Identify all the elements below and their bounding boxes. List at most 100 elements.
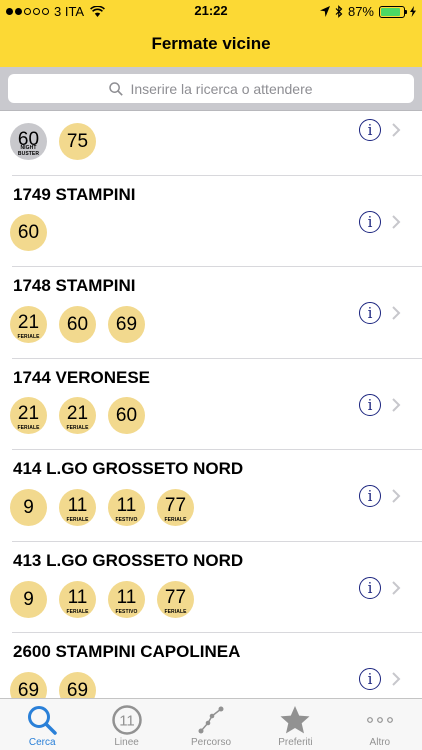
stop-name: 2600 STAMPINI CAPOLINEA — [13, 642, 241, 661]
line-badge: 77 FERIALE — [157, 489, 194, 526]
line-number: 69 — [66, 679, 89, 699]
chevron-right-icon — [392, 215, 401, 229]
tab-label: Linee — [114, 737, 139, 748]
stop-name: 1744 VERONESE — [13, 368, 151, 387]
search-bar: Inserire la ricerca o attendere — [0, 67, 422, 111]
info-icon[interactable]: i — [359, 394, 381, 416]
line-number: 75 — [66, 130, 89, 152]
info-icon[interactable]: i — [359, 119, 381, 141]
line-number: 11 — [116, 494, 137, 516]
line-badge: 60 NIGHT BUSTER — [10, 123, 47, 160]
line-number: 60 — [115, 404, 138, 426]
stop-row[interactable]: 2600 STAMPINI CAPOLINEA 69 69 i — [0, 633, 422, 698]
line-number: 11 — [67, 494, 88, 516]
line-badge: 75 — [59, 123, 96, 160]
line-badge: 11 FESTIVO — [108, 581, 145, 618]
line-number: 77 — [164, 586, 187, 608]
info-icon[interactable]: i — [359, 302, 381, 324]
chevron-right-icon — [392, 306, 401, 320]
search-icon — [26, 699, 58, 741]
tab-percorso[interactable]: Percorso — [169, 699, 253, 750]
tab-linee[interactable]: 11 Linee — [84, 699, 168, 750]
line-badges: 9 11 FERIALE 11 FESTIVO 77 FERIALE — [10, 489, 194, 526]
stop-row[interactable]: 1748 STAMPINI 21 FERIALE 60 69 i — [0, 267, 422, 359]
chevron-right-icon — [392, 581, 401, 595]
route-icon — [195, 699, 227, 741]
chevron-right-icon — [392, 398, 401, 412]
line-service-label: FERIALE — [164, 517, 187, 523]
line-badge: 21 FERIALE — [10, 306, 47, 343]
tab-label: Altro — [369, 737, 391, 748]
info-icon[interactable]: i — [359, 668, 381, 690]
battery-percent: 87% — [347, 4, 374, 19]
page-title: Fermate vicine — [151, 34, 271, 53]
line-badge: 11 FERIALE — [59, 581, 96, 618]
line-badge: 21 FERIALE — [10, 397, 47, 434]
line-service-label: NIGHT BUSTER — [17, 145, 40, 157]
line-badge: 60 — [108, 397, 145, 434]
line-number: 9 — [23, 496, 34, 518]
line-number: 11 — [116, 586, 137, 608]
line-number: 77 — [164, 494, 187, 516]
line-badges: 60 NIGHT BUSTER 75 — [10, 123, 96, 160]
bluetooth-icon — [335, 5, 343, 18]
tab-bar: Cerca 11 Linee Percorso Preferiti Altro — [0, 698, 422, 750]
line-badge: 69 — [108, 306, 145, 343]
line-service-label: FERIALE — [66, 517, 89, 523]
status-right: 87% — [319, 4, 416, 19]
line-badges: 21 FERIALE 60 69 — [10, 306, 145, 343]
stop-row[interactable]: 414 L.GO GROSSETO NORD 9 11 FERIALE 11 FESTIV… — [0, 450, 422, 542]
line-service-label: FESTIVO — [115, 517, 138, 523]
line-number: 21 — [17, 402, 40, 424]
stop-name: 413 L.GO GROSSETO NORD — [13, 551, 244, 570]
line-badges: 69 69 — [10, 672, 96, 698]
line-badge: 69 — [59, 672, 96, 698]
line-badges: 60 — [10, 214, 47, 251]
line-badge: 11 FERIALE — [59, 489, 96, 526]
stop-row[interactable]: 413 L.GO GROSSETO NORD 9 11 FERIALE 11 FESTIV… — [0, 542, 422, 633]
line-service-label: FERIALE — [66, 609, 89, 615]
line-service-label: FERIALE — [17, 425, 40, 431]
line-badge: 21 FERIALE — [59, 397, 96, 434]
navigation-header: 3 ITA 21:22 87% Fermate vicine — [0, 0, 422, 67]
line-badge: 60 — [10, 214, 47, 251]
info-icon[interactable]: i — [359, 211, 381, 233]
chevron-right-icon — [392, 672, 401, 686]
search-input[interactable]: Inserire la ricerca o attendere — [8, 74, 414, 103]
line-service-label: FERIALE — [17, 334, 40, 340]
more-icon — [364, 699, 396, 741]
line-number: 60 — [17, 221, 40, 243]
stop-row[interactable]: 1749 STAMPINI 60 i — [0, 176, 422, 267]
line-badges: 21 FERIALE 21 FERIALE 60 — [10, 397, 145, 434]
line-badge: 9 — [10, 489, 47, 526]
stop-name: 1749 STAMPINI — [13, 185, 136, 204]
line-number: 21 — [17, 311, 40, 333]
battery-icon — [379, 5, 407, 18]
tab-cerca[interactable]: Cerca — [0, 699, 84, 750]
charging-bolt-icon — [410, 6, 416, 17]
line-badge: 77 FERIALE — [157, 581, 194, 618]
line-badge: 69 — [10, 672, 47, 698]
search-icon — [109, 81, 124, 96]
status-bar: 3 ITA 21:22 87% — [0, 0, 422, 22]
tab-preferiti[interactable]: Preferiti — [253, 699, 337, 750]
stop-row[interactable]: 60 NIGHT BUSTER 75 i — [0, 111, 422, 176]
stops-list: 60 NIGHT BUSTER 75 i 1749 STAMPINI 60 i 1748 ST… — [0, 111, 422, 698]
info-icon[interactable]: i — [359, 485, 381, 507]
stop-name: 414 L.GO GROSSETO NORD — [13, 459, 244, 478]
line-number: 9 — [23, 588, 34, 610]
location-arrow-icon — [319, 6, 330, 17]
stop-row[interactable]: 1744 VERONESE 21 FERIALE 21 FERIALE 60 i — [0, 359, 422, 450]
line-service-label: FESTIVO — [115, 609, 138, 615]
line-number: 11 — [67, 586, 88, 608]
line-badge: 9 — [10, 581, 47, 618]
star-icon — [279, 699, 311, 741]
info-icon[interactable]: i — [359, 577, 381, 599]
line-number: 60 — [66, 313, 89, 335]
tab-label: Percorso — [191, 737, 232, 748]
line-service-label: FERIALE — [66, 425, 89, 431]
search-placeholder: Inserire la ricerca o attendere — [130, 80, 313, 97]
tab-label: Preferiti — [278, 737, 313, 748]
tab-badge-number: 11 — [119, 713, 135, 730]
tab-altro[interactable]: Altro — [338, 699, 422, 750]
